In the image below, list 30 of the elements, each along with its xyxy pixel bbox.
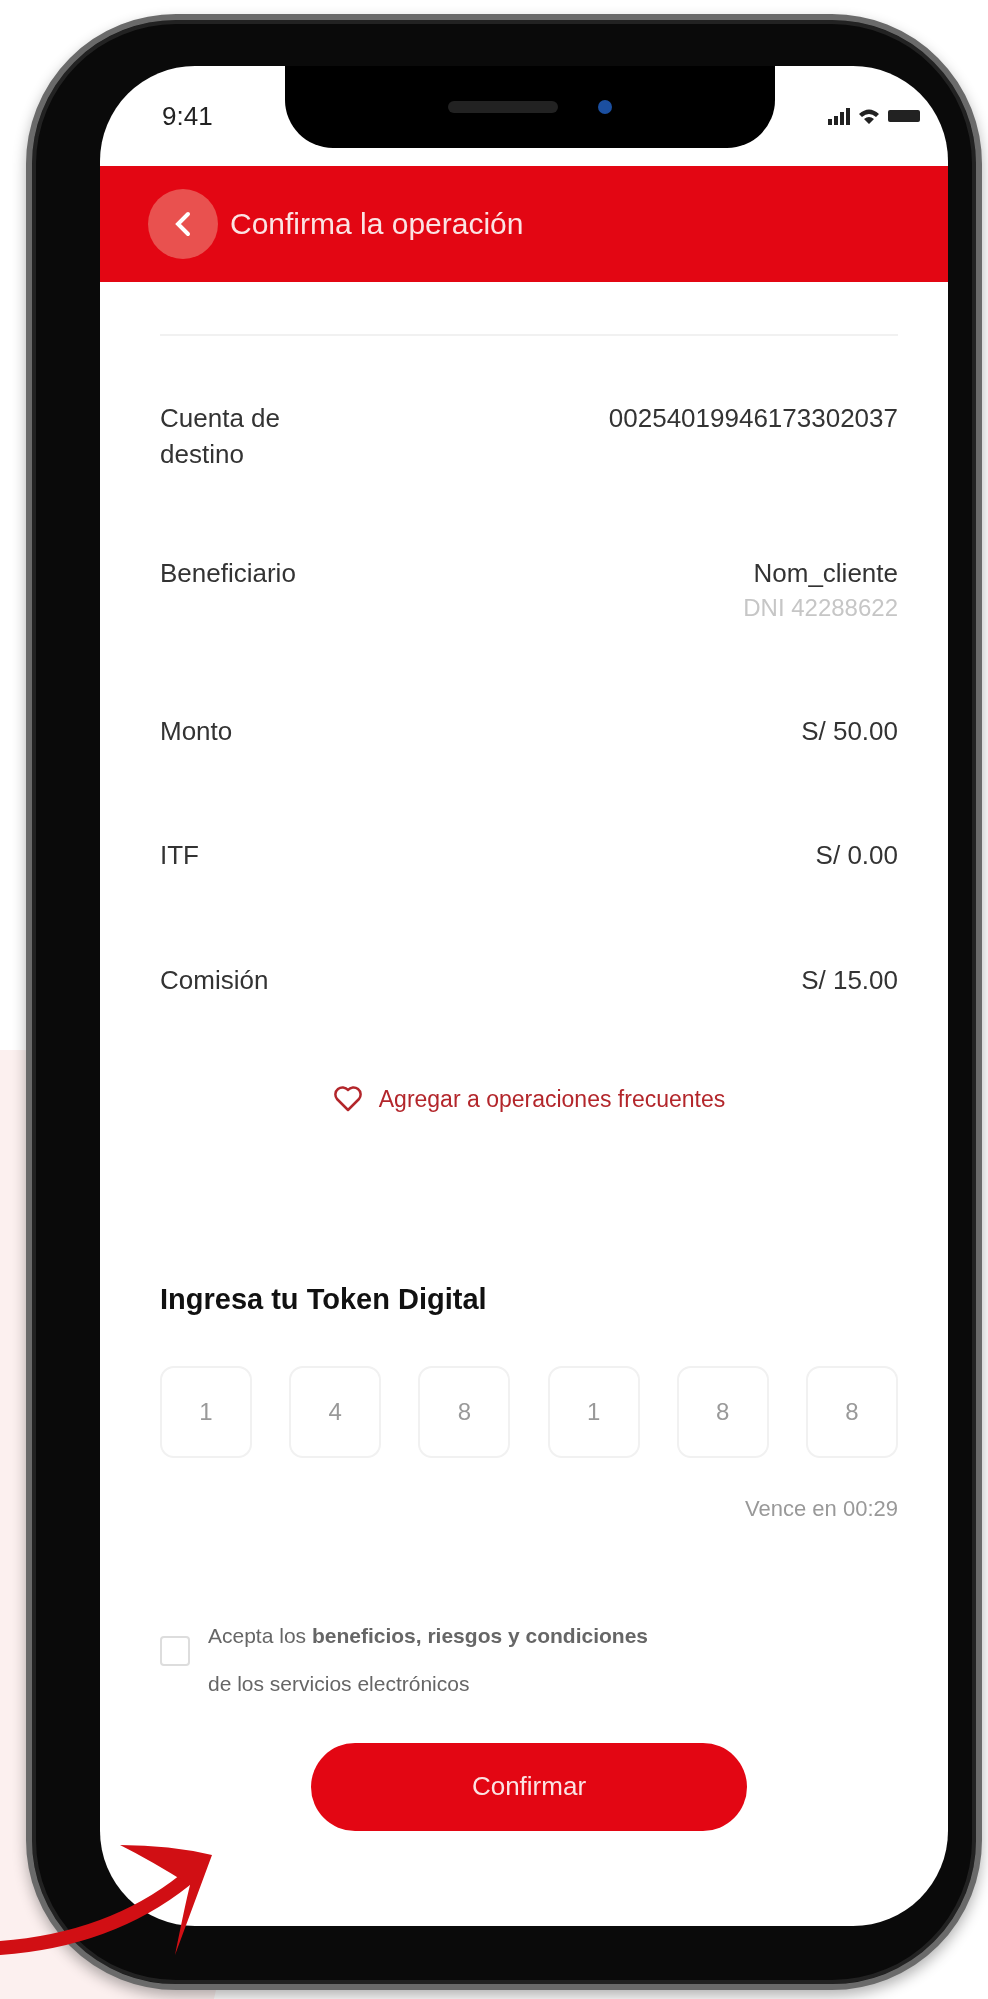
detail-label: ITF <box>160 839 199 873</box>
token-digit-field[interactable]: 8 <box>676 1365 769 1458</box>
token-digit-field[interactable]: 4 <box>289 1365 382 1458</box>
wifi-icon <box>858 107 880 125</box>
token-title: Ingresa tu Token Digital <box>160 1282 488 1316</box>
terms-text: Acepta los beneficios, riesgos y condiciones de los servicios electrónicos <box>208 1622 648 1698</box>
status-time: 9:41 <box>162 100 213 132</box>
token-expiry: Vence en 00:29 <box>745 1495 898 1522</box>
terms-checkbox[interactable] <box>160 1635 190 1666</box>
token-digit-field[interactable]: 8 <box>418 1365 511 1458</box>
detail-label: Monto <box>160 714 233 748</box>
chevron-left-icon <box>173 211 193 237</box>
detail-label: Beneficiario <box>160 556 296 590</box>
detail-subvalue: DNI 42288622 <box>743 593 898 624</box>
signal-icon <box>828 107 850 125</box>
detail-label: Comisión <box>160 963 269 997</box>
detail-value: 00254019946173302037 <box>608 402 898 435</box>
token-digit-field[interactable]: 1 <box>547 1365 640 1458</box>
token-digit-field[interactable]: 1 <box>160 1365 252 1458</box>
header-title: Confirma la operación <box>230 207 524 241</box>
add-favorite-link[interactable]: Agregar a operaciones frecuentes <box>332 1085 726 1113</box>
heart-icon <box>332 1086 363 1113</box>
detail-label: Cuenta de destino <box>160 402 281 472</box>
detail-value: S/ 50.00 <box>801 714 898 748</box>
confirm-button[interactable]: Confirmar <box>311 1742 747 1831</box>
token-digit-field[interactable]: 8 <box>805 1365 898 1458</box>
detail-value: S/ 15.00 <box>801 963 898 997</box>
battery-icon <box>888 109 920 123</box>
detail-value: Nom_cliente <box>753 556 898 590</box>
detail-value: S/ 0.00 <box>815 839 898 873</box>
